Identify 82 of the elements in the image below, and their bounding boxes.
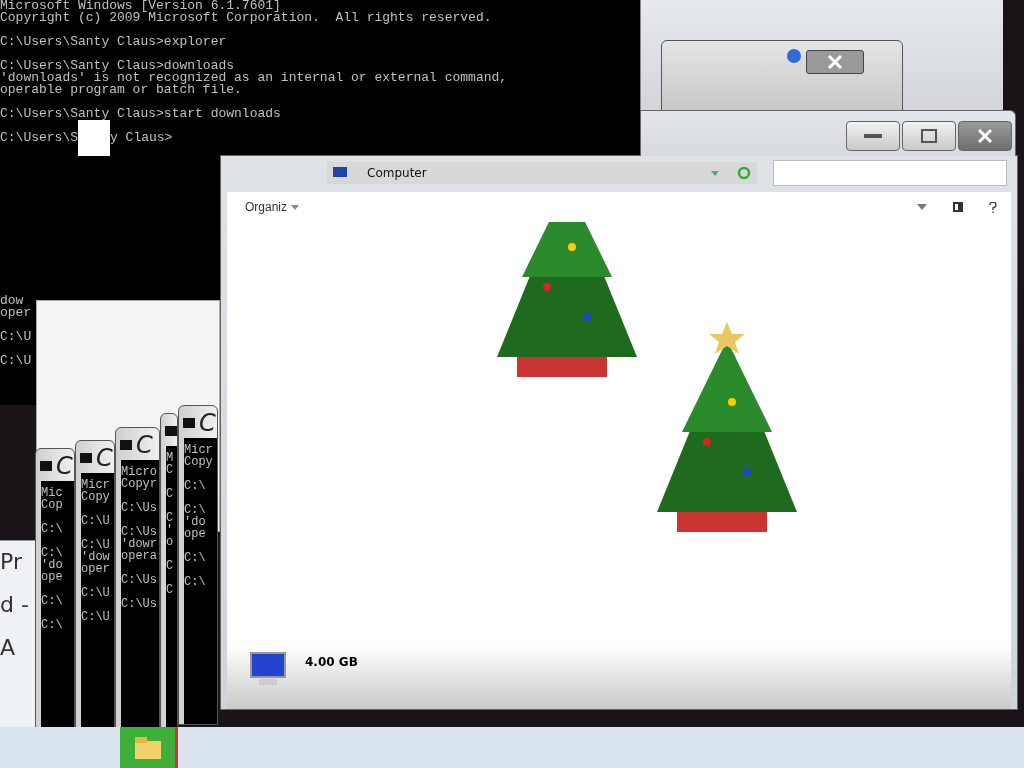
console-line: 'dow bbox=[81, 551, 110, 563]
console-line: C:\Users\Santy Claus>downloads bbox=[0, 60, 236, 72]
console-line: Copyright (c) 2009 Microsoft Corporation. All rights reserved. bbox=[0, 12, 493, 24]
console-line: Mic bbox=[41, 487, 63, 499]
console-line: C:\U bbox=[81, 611, 110, 623]
caret-icon bbox=[291, 204, 300, 210]
console-line: C:\U bbox=[81, 587, 110, 599]
console-line: Copy bbox=[184, 456, 213, 468]
console-line: C:\U bbox=[81, 515, 110, 527]
pane-icon[interactable] bbox=[953, 202, 963, 212]
close-icon bbox=[977, 128, 993, 144]
console-line: Micr bbox=[184, 444, 213, 456]
redaction-block bbox=[78, 120, 110, 156]
console-line: opera bbox=[121, 550, 157, 562]
console-line: Copyr bbox=[121, 478, 157, 490]
console-line: ' bbox=[166, 524, 174, 536]
window-title: C bbox=[136, 431, 153, 459]
console-icon bbox=[165, 426, 177, 436]
console-line: Microsoft Windows [Version 6.1.7601] bbox=[0, 0, 281, 12]
console-line: 'dowr bbox=[121, 538, 157, 550]
console-line: C:\U bbox=[0, 355, 33, 367]
window-title: C bbox=[199, 409, 216, 437]
console-line: C:\ bbox=[41, 595, 63, 607]
console-line: 'downloads' is not recognized as an internal or external command, bbox=[0, 72, 509, 84]
console-line: operable program or batch file. bbox=[0, 84, 243, 96]
computer-icon bbox=[333, 167, 349, 179]
console-line: oper bbox=[81, 563, 110, 575]
minimize-button[interactable] bbox=[846, 121, 900, 151]
window-title: C bbox=[56, 452, 73, 480]
console-line: C:\Users\Santy Claus>start downloads bbox=[0, 108, 282, 120]
console-line: ope bbox=[184, 528, 206, 540]
minimize-icon bbox=[864, 134, 882, 138]
console-line: C:\ bbox=[184, 480, 206, 492]
console-line: o bbox=[166, 536, 174, 548]
console-line: C:\ bbox=[41, 547, 63, 559]
console-line: C bbox=[166, 512, 174, 524]
console-line: ope bbox=[41, 571, 63, 583]
console-line: C:\ bbox=[184, 504, 206, 516]
console-line: C:\U bbox=[0, 331, 33, 343]
console-line: Copy bbox=[81, 491, 110, 503]
console-line: C bbox=[166, 488, 174, 500]
console-line: y Claus> bbox=[110, 132, 173, 144]
console-icon bbox=[80, 453, 92, 463]
console-line: Micro bbox=[121, 466, 157, 478]
close-icon bbox=[806, 50, 864, 74]
taskbar-explorer-button[interactable] bbox=[120, 727, 178, 768]
console-line: 'do bbox=[184, 516, 206, 528]
console-line: C:\ bbox=[184, 552, 206, 564]
window-title: C bbox=[96, 444, 113, 472]
console-line: C:\Us bbox=[121, 574, 157, 586]
console-icon bbox=[183, 418, 195, 428]
window-text: A bbox=[0, 635, 17, 660]
organize-button[interactable]: Organiz bbox=[245, 200, 300, 214]
memory-size: 4.00 GB bbox=[305, 655, 358, 669]
console-line: C:\Us bbox=[121, 502, 157, 514]
dropdown-icon[interactable] bbox=[917, 204, 927, 210]
console-line: C:\U bbox=[81, 539, 110, 551]
console-line: C:\Us bbox=[121, 526, 157, 538]
console-line: Micr bbox=[81, 479, 110, 491]
console-line: Cop bbox=[41, 499, 63, 511]
console-line: C:\ bbox=[184, 576, 206, 588]
maximize-button[interactable] bbox=[902, 121, 956, 151]
console-line: C:\Us bbox=[121, 598, 157, 610]
console-line: C:\Users\S bbox=[0, 132, 78, 144]
close-button[interactable] bbox=[958, 121, 1012, 151]
console-line: C:\ bbox=[41, 619, 63, 631]
console-line: 'do bbox=[41, 559, 63, 571]
console-line: C:\ bbox=[41, 523, 63, 535]
search-field[interactable] bbox=[773, 160, 1007, 186]
console-line: C bbox=[166, 464, 174, 476]
console-line: C bbox=[166, 584, 174, 596]
console-line: oper bbox=[0, 307, 33, 319]
console-line: dow bbox=[0, 295, 25, 307]
console-icon bbox=[120, 440, 132, 450]
console-line: C:\Users\Santy Claus>explorer bbox=[0, 36, 228, 48]
console-line: M bbox=[166, 452, 174, 464]
window-text: Pr bbox=[0, 549, 23, 574]
folder-icon bbox=[132, 734, 163, 761]
console-icon bbox=[40, 461, 52, 471]
console-line: C bbox=[166, 560, 174, 572]
window-text: d - bbox=[0, 592, 30, 617]
maximize-icon bbox=[921, 129, 937, 143]
